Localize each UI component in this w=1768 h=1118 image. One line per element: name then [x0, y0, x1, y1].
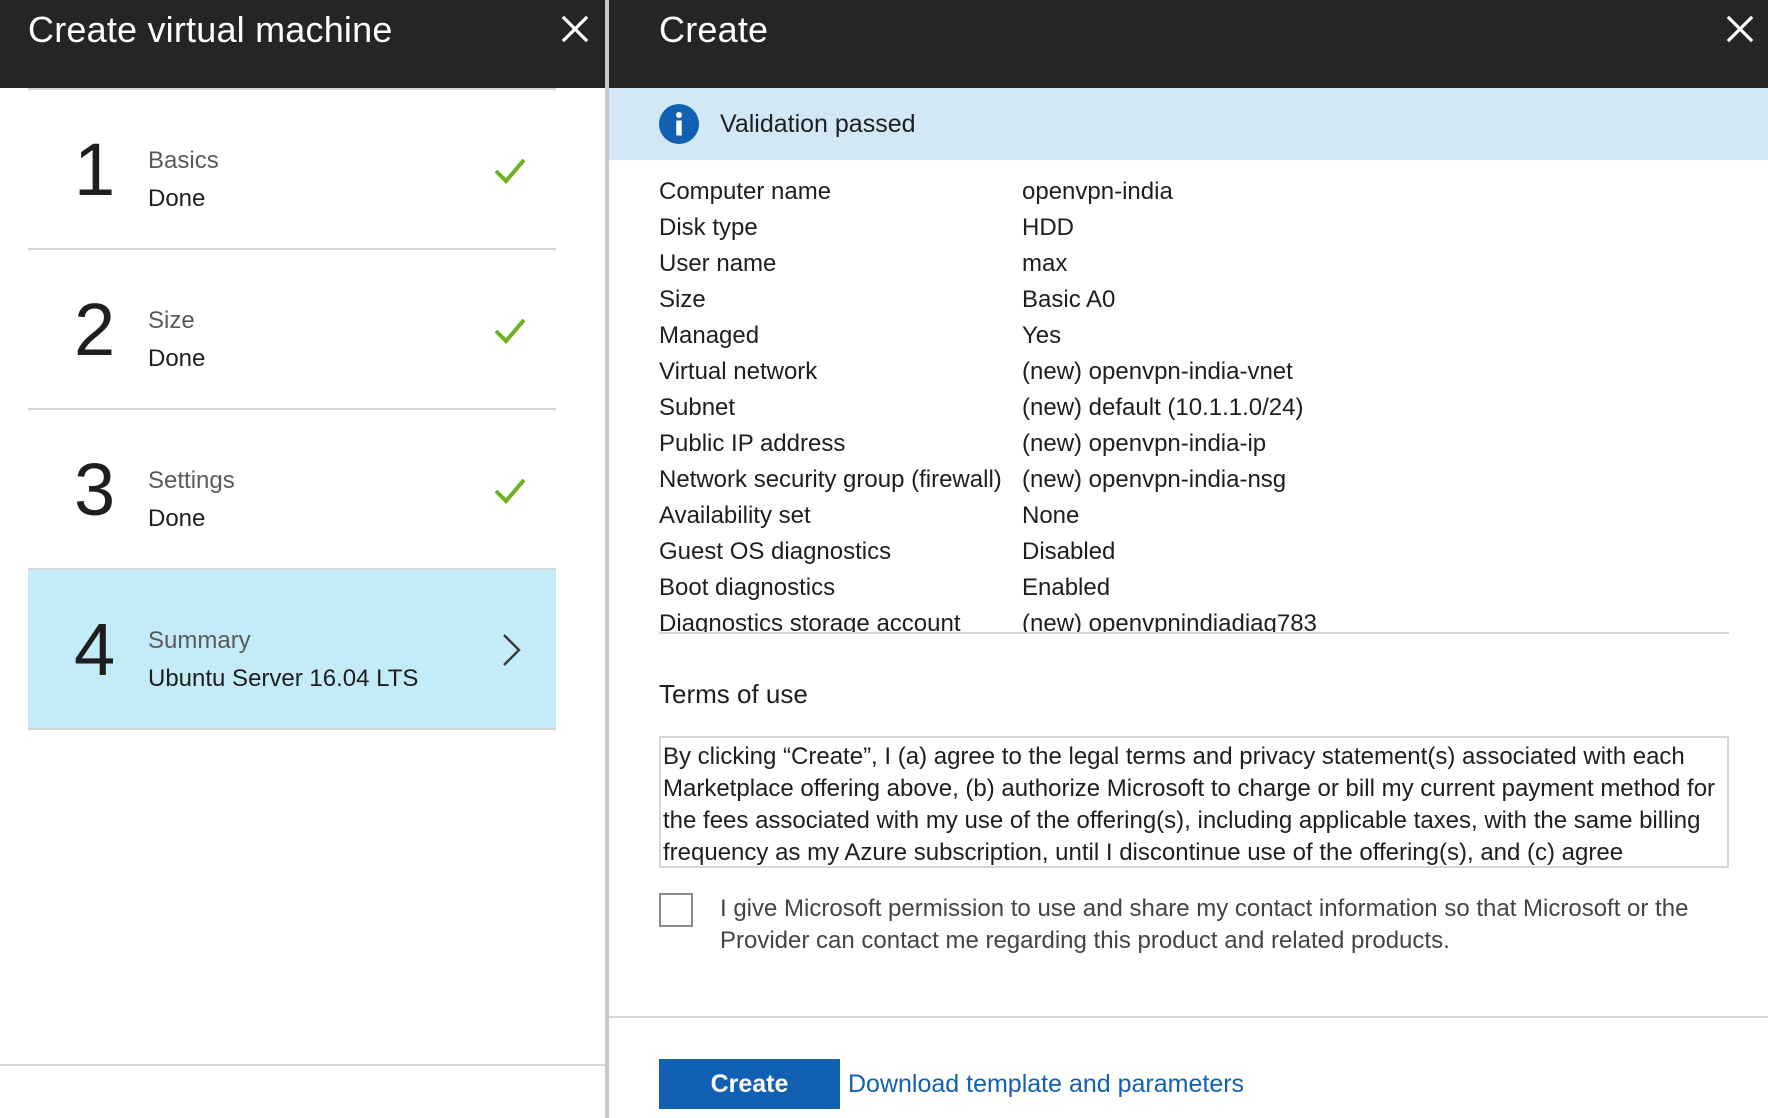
step-status: Ubuntu Server 16.04 LTS [148, 665, 419, 692]
summary-row-virtual-network: Virtual network (new) openvpn-india-vnet [659, 354, 1729, 390]
chevron-right-icon [498, 632, 524, 668]
summary-label: Network security group (firewall) [659, 466, 1002, 493]
summary-value: (new) openvpn-india-nsg [1022, 466, 1287, 493]
download-template-link[interactable]: Download template and parameters [848, 1067, 1244, 1101]
step-title: Basics [148, 147, 219, 174]
summary-label: Virtual network [659, 358, 818, 385]
create-button[interactable]: Create [659, 1059, 840, 1109]
summary-value: (new) openvpnindiadiag783 [1022, 610, 1317, 634]
step-status: Done [148, 505, 206, 532]
step-settings[interactable]: 3 Settings Done [28, 410, 556, 570]
checkmark-icon [493, 474, 527, 508]
step-title: Summary [148, 627, 251, 654]
validation-message: Validation passed [720, 110, 916, 138]
summary-value: (new) openvpn-india-ip [1022, 430, 1267, 457]
summary-value: Yes [1022, 322, 1062, 349]
summary-value: Disabled [1022, 538, 1116, 565]
summary-label: Disk type [659, 214, 758, 241]
create-vm-blade-title: Create virtual machine [28, 9, 393, 50]
step-size[interactable]: 2 Size Done [28, 250, 556, 410]
summary-row-disk-type: Disk type HDD [659, 210, 1729, 246]
summary-label: Computer name [659, 178, 832, 205]
summary-label: Boot diagnostics [659, 574, 836, 601]
summary-label: Diagnostics storage account [659, 610, 961, 634]
summary-value: openvpn-india [1022, 178, 1173, 205]
validation-banner: Validation passed [609, 88, 1768, 160]
summary-label: Subnet [659, 394, 736, 421]
close-icon [561, 15, 589, 43]
summary-label: Public IP address [659, 430, 846, 457]
summary-label: Availability set [659, 502, 811, 529]
summary-value: max [1022, 250, 1068, 277]
step-summary[interactable]: 4 Summary Ubuntu Server 16.04 LTS [28, 570, 556, 730]
create-vm-blade: Create virtual machine 1 Basics Done 2 S… [0, 0, 605, 1118]
checkmark-icon [493, 314, 527, 348]
summary-row-managed: Managed Yes [659, 318, 1729, 354]
step-basics[interactable]: 1 Basics Done [28, 90, 556, 250]
create-blade-header: Create [609, 0, 1768, 88]
step-number: 2 [74, 288, 116, 371]
step-status: Done [148, 185, 206, 212]
summary-value: Basic A0 [1022, 286, 1116, 313]
summary-label: Managed [659, 322, 760, 349]
close-create-button[interactable] [1723, 12, 1757, 46]
summary-row-public-ip: Public IP address (new) openvpn-india-ip [659, 426, 1729, 462]
summary-label: Guest OS diagnostics [659, 538, 892, 565]
summary-row-size: Size Basic A0 [659, 282, 1729, 318]
contact-consent-label: I give Microsoft permission to use and s… [720, 895, 1689, 954]
summary-value: None [1022, 502, 1080, 529]
summary-row-diagnostics-storage: Diagnostics storage account (new) openvp… [659, 606, 1729, 634]
azure-portal: Create virtual machine 1 Basics Done 2 S… [0, 0, 1768, 1118]
divider [609, 1016, 1768, 1018]
summary-value: HDD [1022, 214, 1074, 241]
step-title: Settings [148, 467, 235, 494]
summary-value: (new) default (10.1.1.0/24) [1022, 394, 1304, 421]
create-blade-title: Create [659, 9, 769, 50]
summary-row-subnet: Subnet (new) default (10.1.1.0/24) [659, 390, 1729, 426]
checkmark-icon [493, 154, 527, 188]
info-icon [659, 104, 699, 144]
close-icon [1726, 15, 1754, 43]
wizard-steps: 1 Basics Done 2 Size Done 3 Settings Don… [28, 88, 556, 730]
summary-row-availability-set: Availability set None [659, 498, 1729, 534]
summary-label: User name [659, 250, 777, 277]
terms-textbox[interactable]: By clicking “Create”, I (a) agree to the… [659, 736, 1729, 868]
step-number: 1 [74, 128, 116, 211]
summary-row-computer-name: Computer name openvpn-india [659, 174, 1729, 210]
close-create-vm-button[interactable] [558, 12, 592, 46]
summary-row-nsg: Network security group (firewall) (new) … [659, 462, 1729, 498]
contact-consent-checkbox[interactable] [659, 893, 693, 927]
step-number: 3 [74, 448, 116, 531]
summary-value: Enabled [1022, 574, 1111, 601]
summary-row-guest-os-diagnostics: Guest OS diagnostics Disabled [659, 534, 1729, 570]
create-vm-blade-header: Create virtual machine [0, 0, 605, 88]
summary-label: Size [659, 286, 706, 313]
summary-row-boot-diagnostics: Boot diagnostics Enabled [659, 570, 1729, 606]
terms-heading: Terms of use [659, 679, 808, 709]
summary-list: Computer name openvpn-india Disk type HD… [659, 174, 1729, 634]
divider [0, 1064, 605, 1066]
step-number: 4 [74, 608, 116, 691]
summary-row-user-name: User name max [659, 246, 1729, 282]
step-title: Size [148, 307, 195, 334]
create-summary-blade: Create Validation passed Computer name o… [609, 0, 1768, 1118]
summary-value: (new) openvpn-india-vnet [1022, 358, 1293, 385]
step-status: Done [148, 345, 206, 372]
